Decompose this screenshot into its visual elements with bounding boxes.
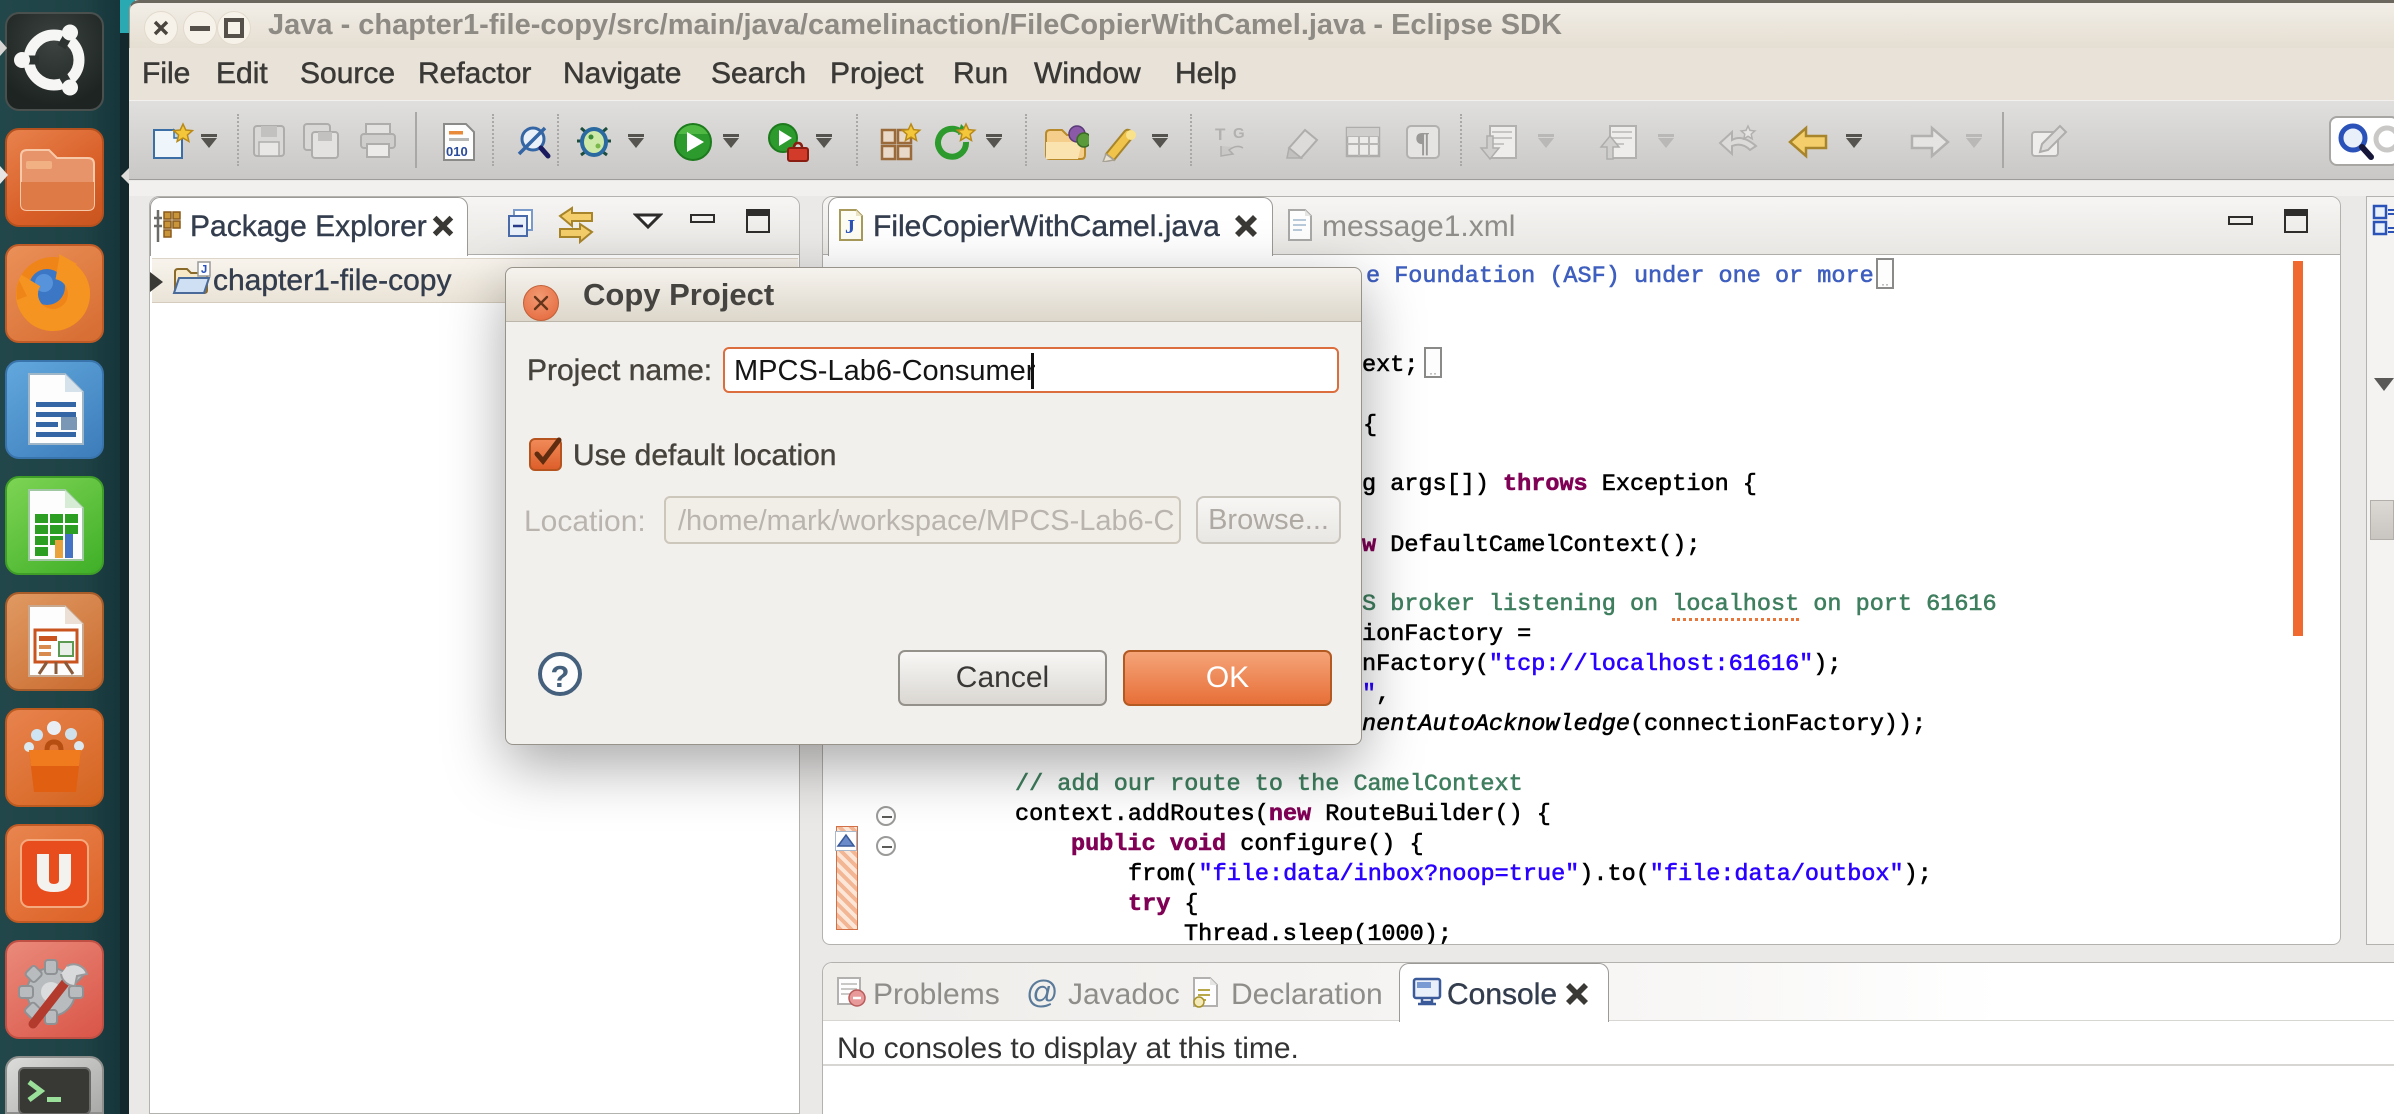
svg-text:T: T [1215, 125, 1226, 144]
svg-text:¶: ¶ [1415, 128, 1430, 159]
svg-text:J: J [201, 263, 208, 277]
svg-text:010: 010 [446, 144, 468, 159]
svg-text:G: G [1233, 125, 1245, 142]
svg-text:J: J [845, 216, 855, 238]
